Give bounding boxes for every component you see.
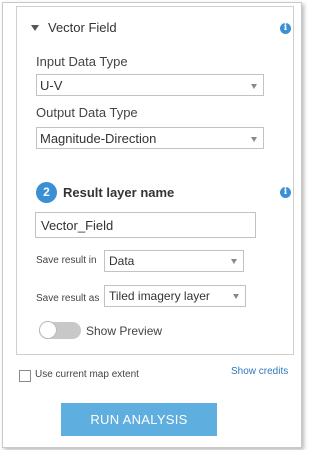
use-map-extent-label: Use current map extent <box>35 369 139 380</box>
result-layer-name-input[interactable]: Vector_Field <box>35 212 256 238</box>
analysis-window: Vector Field i Input Data Type U-V Outpu… <box>2 2 302 448</box>
save-in-value: Data <box>109 254 135 268</box>
input-data-type-select[interactable]: U-V <box>36 74 264 96</box>
output-data-type-value: Magnitude-Direction <box>40 131 157 146</box>
save-in-label: Save result in <box>36 255 97 266</box>
input-data-type-label: Input Data Type <box>36 54 128 69</box>
select-arrow-icon <box>251 137 257 142</box>
save-as-select[interactable]: Tiled imagery layer <box>104 285 246 307</box>
show-preview-toggle[interactable] <box>39 321 81 339</box>
vector-field-section-header[interactable]: Vector Field <box>31 20 117 35</box>
show-preview-label: Show Preview <box>86 324 163 338</box>
section-title: Vector Field <box>48 20 117 35</box>
select-arrow-icon <box>251 84 257 89</box>
info-icon[interactable]: i <box>280 187 291 198</box>
run-analysis-button[interactable]: RUN ANALYSIS <box>61 403 217 436</box>
toggle-knob <box>39 321 57 339</box>
select-arrow-icon <box>231 259 237 264</box>
info-icon[interactable]: i <box>280 23 291 34</box>
use-map-extent-checkbox[interactable] <box>19 370 31 382</box>
analysis-panel: Vector Field i Input Data Type U-V Outpu… <box>16 6 294 355</box>
result-layer-name-title: Result layer name <box>63 185 175 200</box>
output-data-type-select[interactable]: Magnitude-Direction <box>36 127 264 149</box>
step-number-badge: 2 <box>36 182 57 203</box>
select-arrow-icon <box>233 294 239 299</box>
input-data-type-value: U-V <box>40 78 63 93</box>
save-as-value: Tiled imagery layer <box>109 289 210 303</box>
save-in-select[interactable]: Data <box>104 250 244 272</box>
caret-down-icon[interactable] <box>31 24 39 31</box>
output-data-type-label: Output Data Type <box>36 105 138 120</box>
show-credits-link[interactable]: Show credits <box>231 366 288 377</box>
save-as-label: Save result as <box>36 293 100 304</box>
